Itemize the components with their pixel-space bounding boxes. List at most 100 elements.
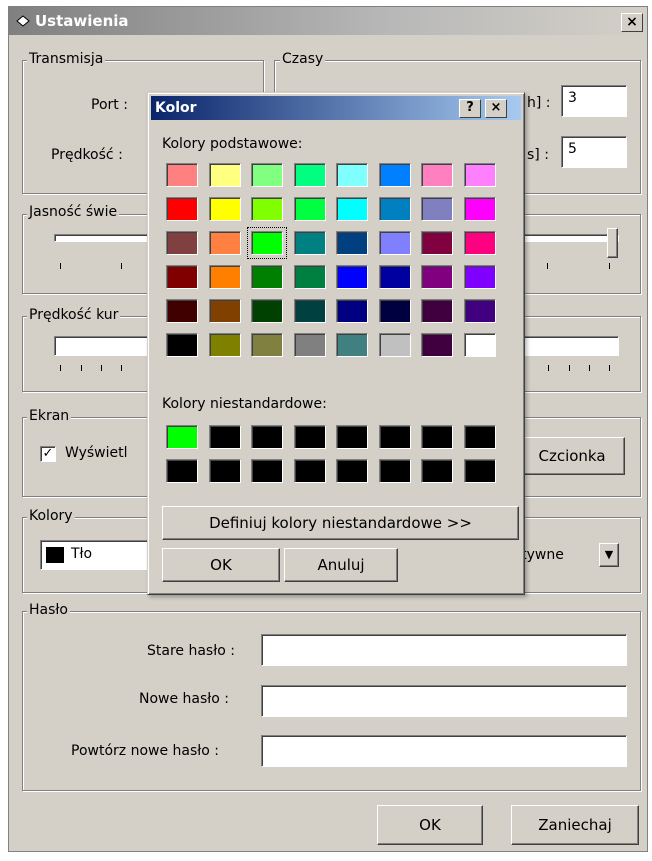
font-button[interactable]: Czcionka [519,437,625,475]
basic-color-swatch-6[interactable] [421,163,453,187]
color-ok-button[interactable]: OK [162,548,280,582]
basic-color-swatch-13[interactable] [378,197,411,221]
basic-color-swatch-2[interactable] [251,163,283,187]
basic-color-swatch-14[interactable] [421,197,453,221]
basic-color-swatch-15[interactable] [463,197,496,221]
basic-color-swatch-3[interactable] [293,163,326,187]
basic-color-swatch-41[interactable] [208,333,241,357]
basic-color-swatch-39[interactable] [463,299,496,323]
basic-color-swatch-36[interactable] [336,299,368,323]
basic-color-swatch-47[interactable] [463,333,496,357]
basic-color-swatch-24[interactable] [166,265,198,289]
ok-button[interactable]: OK [377,805,483,845]
brightness-slider-thumb[interactable] [607,228,618,258]
custom-color-swatch-9[interactable] [208,459,241,483]
old-password-input[interactable] [261,634,627,666]
basic-color-swatch-12[interactable] [336,197,368,221]
basic-color-swatch-31[interactable] [463,265,496,289]
speed-label: Prędkość : [51,147,123,163]
title-bar[interactable]: Ustawienia × [9,7,647,35]
new-password-label: Nowe hasło : [139,691,230,707]
custom-color-swatch-4[interactable] [336,425,368,449]
basic-color-swatch-5[interactable] [378,163,411,187]
basic-color-swatch-21[interactable] [378,231,411,255]
basic-color-swatch-9[interactable] [208,197,241,221]
repeat-password-input[interactable] [261,735,627,767]
basic-color-swatch-1[interactable] [208,163,241,187]
basic-color-swatch-40[interactable] [166,333,198,357]
custom-color-swatch-10[interactable] [251,459,283,483]
help-button[interactable]: ? [459,99,481,118]
custom-color-swatch-0[interactable] [166,425,198,449]
window-title: Ustawienia [35,12,129,30]
basic-color-swatch-43[interactable] [293,333,326,357]
basic-color-swatch-19[interactable] [293,231,326,255]
basic-color-swatch-45[interactable] [378,333,411,357]
basic-color-swatch-44[interactable] [336,333,368,357]
color-dialog-title-bar[interactable]: Kolor ? × [151,96,521,120]
basic-color-swatch-38[interactable] [421,299,453,323]
custom-colors-grid [166,425,506,485]
tick [609,263,610,269]
color-dialog-close-button[interactable]: × [485,99,507,118]
basic-color-swatch-28[interactable] [336,265,368,289]
custom-color-swatch-15[interactable] [463,459,496,483]
tick [548,365,549,371]
close-button[interactable]: × [621,13,643,32]
display-checkbox[interactable]: ✓ [40,446,56,462]
color-preview [46,547,64,563]
timeout2-label: s] : [527,147,549,163]
basic-color-swatch-32[interactable] [166,299,198,323]
basic-colors-grid [166,163,506,368]
basic-color-swatch-37[interactable] [378,299,411,323]
brightness-legend: Jasność świe [27,204,120,220]
custom-color-swatch-11[interactable] [293,459,326,483]
basic-color-swatch-42[interactable] [251,333,283,357]
color-mode-select-value[interactable]: ktywne [513,547,593,567]
cancel-button[interactable]: Zaniechaj [511,805,639,845]
basic-color-swatch-16[interactable] [166,231,198,255]
basic-color-swatch-46[interactable] [421,333,453,357]
custom-color-swatch-3[interactable] [293,425,326,449]
basic-color-swatch-23[interactable] [463,231,496,255]
basic-color-swatch-29[interactable] [378,265,411,289]
basic-color-swatch-7[interactable] [463,163,496,187]
basic-color-swatch-10[interactable] [251,197,283,221]
basic-color-swatch-26[interactable] [251,265,283,289]
basic-color-swatch-8[interactable] [166,197,198,221]
color-dialog: Kolor ? × Kolory podstawowe: Kolory nies… [147,92,525,595]
color-field-label: Tło [71,546,93,562]
basic-color-swatch-0[interactable] [166,163,198,187]
timeout1-input[interactable]: 3 [561,85,627,117]
basic-color-swatch-27[interactable] [293,265,326,289]
basic-color-swatch-18[interactable] [247,227,287,259]
custom-color-swatch-8[interactable] [166,459,198,483]
basic-color-swatch-25[interactable] [208,265,241,289]
custom-color-swatch-14[interactable] [421,459,453,483]
timeout2-input[interactable]: 5 [561,136,627,168]
basic-color-swatch-22[interactable] [421,231,453,255]
custom-color-swatch-7[interactable] [463,425,496,449]
basic-color-swatch-33[interactable] [208,299,241,323]
colors-legend: Kolory [27,508,75,524]
basic-color-swatch-34[interactable] [251,299,283,323]
new-password-input[interactable] [261,685,627,717]
custom-color-swatch-13[interactable] [378,459,411,483]
basic-color-swatch-11[interactable] [293,197,326,221]
basic-color-swatch-35[interactable] [293,299,326,323]
custom-color-swatch-5[interactable] [378,425,411,449]
custom-color-swatch-6[interactable] [421,425,453,449]
basic-color-swatch-20[interactable] [336,231,368,255]
basic-color-swatch-30[interactable] [421,265,453,289]
basic-color-swatch-4[interactable] [336,163,368,187]
custom-color-swatch-1[interactable] [208,425,241,449]
basic-color-swatch-17[interactable] [208,231,241,255]
password-legend: Hasło [27,602,70,618]
define-custom-colors-button[interactable]: Definiuj kolory niestandardowe >> [162,506,519,540]
custom-color-swatch-12[interactable] [336,459,368,483]
tick [569,365,570,371]
tick [121,263,122,269]
chevron-down-icon[interactable]: ▼ [599,543,619,567]
color-cancel-button[interactable]: Anuluj [284,548,398,582]
custom-color-swatch-2[interactable] [251,425,283,449]
